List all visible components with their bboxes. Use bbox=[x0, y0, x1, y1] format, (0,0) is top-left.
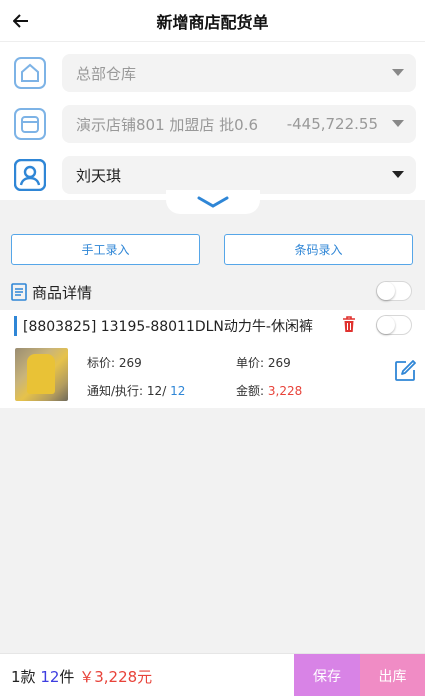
product-name: [8803825] 13195-88011DLN动力牛-休闲裤 bbox=[23, 319, 313, 335]
header-bar: 新增商店配货单 bbox=[0, 0, 425, 42]
trash-icon[interactable] bbox=[342, 316, 356, 337]
kinds-count: 1款 bbox=[11, 668, 36, 686]
chevron-down-icon bbox=[197, 196, 229, 208]
outbound-button[interactable]: 出库 bbox=[360, 654, 425, 696]
store-row: 演示店铺801 加盟店 批0.6 -445,722.55 bbox=[0, 105, 425, 143]
order-form: 总部仓库 演示店铺801 加盟店 批0.6 -445,722.55 刘天琪 bbox=[0, 42, 425, 200]
warehouse-value: 总部仓库 bbox=[76, 64, 137, 83]
product-thumbnail bbox=[15, 348, 68, 401]
chevron-down-icon bbox=[392, 69, 404, 76]
back-arrow-icon[interactable] bbox=[8, 8, 34, 34]
unit-price-label: 单价: bbox=[236, 356, 265, 370]
store-balance: -445,722.55 bbox=[286, 115, 378, 133]
unit-price-value: 269 bbox=[267, 356, 291, 370]
warehouse-select[interactable]: 总部仓库 bbox=[62, 54, 416, 92]
order-summary: 1款 12件 ￥3,228元 bbox=[11, 666, 152, 687]
product-toggle[interactable] bbox=[376, 315, 412, 335]
chevron-down-icon bbox=[392, 171, 404, 178]
staff-row: 刘天琪 bbox=[0, 156, 425, 194]
staff-value: 刘天琪 bbox=[76, 166, 122, 185]
page-title: 新增商店配货单 bbox=[156, 12, 269, 32]
details-toggle[interactable] bbox=[376, 281, 412, 301]
collapse-toggle[interactable] bbox=[166, 190, 260, 214]
manual-entry-button[interactable]: 手工录入 bbox=[11, 234, 200, 265]
total-amount: ￥3,228元 bbox=[79, 668, 153, 686]
notice-exec: 通知/执行: 12/ 12 bbox=[87, 382, 185, 399]
person-icon bbox=[14, 159, 46, 191]
edit-icon[interactable] bbox=[394, 360, 416, 386]
save-button[interactable]: 保存 bbox=[294, 654, 360, 696]
notice-label: 通知/执行: bbox=[87, 384, 144, 398]
notice-qty-value[interactable]: 12 bbox=[170, 384, 185, 398]
tag-price: 标价: 269 bbox=[87, 354, 142, 371]
unit-price: 单价: 269 bbox=[236, 354, 291, 371]
product-details-header: 商品详情 bbox=[0, 276, 425, 308]
store-select[interactable]: 演示店铺801 加盟店 批0.6 -445,722.55 bbox=[62, 105, 416, 143]
warehouse-icon bbox=[14, 57, 46, 89]
pieces-count: 12 bbox=[40, 668, 60, 686]
tag-price-label: 标价: bbox=[87, 356, 116, 370]
notice-done-value: 12/ bbox=[146, 384, 167, 398]
barcode-entry-button[interactable]: 条码录入 bbox=[224, 234, 413, 265]
pieces-unit: 件 bbox=[59, 668, 75, 686]
product-card: [8803825] 13195-88011DLN动力牛-休闲裤 标价: 269 … bbox=[0, 310, 425, 408]
document-icon bbox=[11, 283, 27, 305]
store-value: 演示店铺801 加盟店 批0.6 bbox=[76, 115, 259, 134]
tag-price-value: 269 bbox=[118, 356, 142, 370]
amount-value: 3,228 bbox=[267, 384, 303, 398]
accent-bar bbox=[14, 316, 17, 336]
footer-bar: 1款 12件 ￥3,228元 保存 出库 bbox=[0, 653, 425, 696]
amount: 金额: 3,228 bbox=[236, 382, 302, 399]
store-icon bbox=[14, 108, 46, 140]
staff-select[interactable]: 刘天琪 bbox=[62, 156, 416, 194]
chevron-down-icon bbox=[392, 120, 404, 127]
section-title: 商品详情 bbox=[32, 284, 93, 302]
amount-label: 金额: bbox=[236, 384, 265, 398]
warehouse-row: 总部仓库 bbox=[0, 54, 425, 92]
